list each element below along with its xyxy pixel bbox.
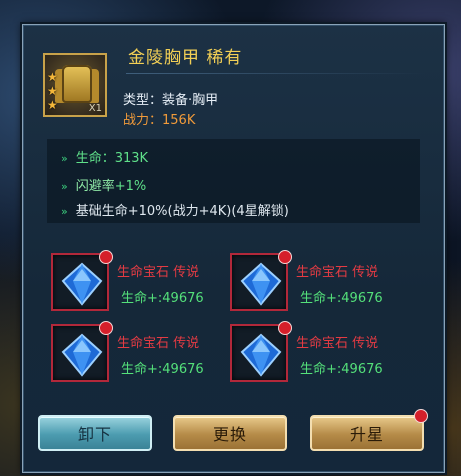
- stat-dodge-value: +1%: [114, 179, 147, 194]
- stat-base-bonus: » 基础生命+10%(战力+4K)(4星解锁): [61, 200, 289, 219]
- replace-button[interactable]: 更换: [173, 415, 287, 451]
- gem-name: 生命宝石 传说: [296, 336, 379, 351]
- notification-dot: [414, 409, 428, 423]
- gem-value: 生命+:49676: [300, 362, 383, 377]
- item-power: 战力：156K: [123, 109, 195, 128]
- gem-slot-2[interactable]: 生命宝石 传说 生命+:49676: [230, 250, 390, 315]
- gem-slot-4[interactable]: 生命宝石 传说 生命+:49676: [230, 321, 390, 386]
- gem-name: 生命宝石 传说: [117, 336, 200, 351]
- blue-gem-icon: [61, 262, 103, 306]
- unload-button[interactable]: 卸下: [38, 415, 152, 451]
- notification-dot: [99, 250, 113, 264]
- stat-dodge: » 闪避率+1%: [61, 175, 146, 194]
- blue-gem-icon: [61, 333, 103, 377]
- gem-name: 生命宝石 传说: [296, 265, 379, 280]
- chest-armor-icon: [62, 65, 92, 103]
- chest-armor-item-icon: ★ ★ ★ X1: [43, 53, 107, 117]
- stat-life: » 生命：313K: [61, 147, 148, 166]
- star-icon: ★: [47, 70, 58, 84]
- gem-frame[interactable]: [230, 250, 292, 311]
- gem-name: 生命宝石 传说: [117, 265, 200, 280]
- gem-value: 生命+:49676: [121, 362, 204, 377]
- title-divider: [126, 73, 426, 74]
- item-title: 金陵胸甲 稀有: [128, 48, 243, 68]
- gem-value: 生命+:49676: [300, 291, 383, 306]
- gem-value: 生命+:49676: [121, 291, 204, 306]
- gem-frame[interactable]: [51, 321, 113, 382]
- gem-frame[interactable]: [51, 250, 113, 311]
- power-value: 156K: [162, 113, 196, 128]
- bullet-icon: »: [61, 152, 68, 165]
- blue-gem-icon: [240, 262, 282, 306]
- gem-slot-3[interactable]: 生命宝石 传说 生命+:49676: [51, 321, 211, 386]
- notification-dot: [278, 321, 292, 335]
- item-type: 类型：装备·胸甲: [123, 93, 219, 108]
- bullet-icon: »: [61, 205, 68, 218]
- star-icon: ★: [47, 84, 58, 98]
- stat-dodge-label: 闪避率: [75, 179, 115, 194]
- blue-gem-icon: [240, 333, 282, 377]
- stat-base-bonus-text: 基础生命+10%(战力+4K)(4星解锁): [75, 204, 289, 219]
- gem-frame[interactable]: [230, 321, 292, 382]
- upgrade-star-label: 升星: [349, 425, 384, 444]
- stat-life-text: 生命：313K: [75, 151, 149, 166]
- stats-box: » 生命：313K » 闪避率+1% » 基础生命+10%(战力+4K)(4星解锁): [47, 139, 420, 223]
- power-label: 战力：: [123, 113, 163, 128]
- bullet-icon: »: [61, 180, 68, 193]
- gem-slot-1[interactable]: 生命宝石 传说 生命+:49676: [51, 250, 211, 315]
- star-rating: ★ ★ ★: [47, 71, 58, 112]
- notification-dot: [99, 321, 113, 335]
- item-quantity: X1: [88, 103, 102, 114]
- upgrade-star-button[interactable]: 升星: [310, 409, 428, 451]
- notification-dot: [278, 250, 292, 264]
- equipment-detail-panel: ★ ★ ★ X1 金陵胸甲 稀有 类型：装备·胸甲 战力：156K » 生命：31…: [20, 22, 447, 475]
- star-icon: ★: [47, 98, 58, 112]
